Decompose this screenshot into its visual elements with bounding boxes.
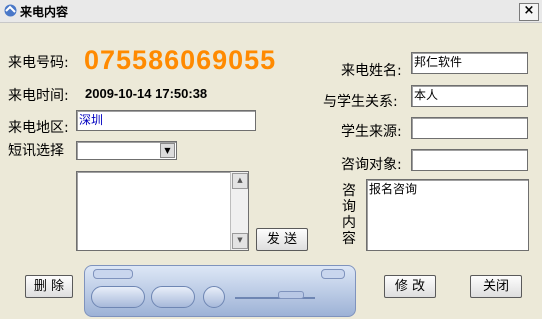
source-label: 学生来源: <box>341 124 402 140</box>
play-pause-icon[interactable] <box>91 286 145 308</box>
close-icon[interactable]: × <box>519 3 539 21</box>
name-label: 来电姓名: <box>341 63 402 79</box>
audio-player <box>84 265 356 317</box>
target-input[interactable] <box>411 149 528 171</box>
player-minimize[interactable] <box>321 269 345 279</box>
content-label: 咨询内容 <box>342 183 356 247</box>
name-input[interactable]: 邦仁软件 <box>411 52 528 74</box>
call-time: 2009-10-14 17:50:38 <box>85 86 208 101</box>
player-handle[interactable] <box>93 269 133 279</box>
relation-input[interactable]: 本人 <box>411 85 528 107</box>
target-label: 咨询对象: <box>341 157 402 173</box>
content-textarea[interactable]: 报名咨询 <box>366 179 529 251</box>
sms-textarea[interactable]: ▲ ▼ <box>76 171 249 251</box>
chevron-down-icon[interactable]: ▼ <box>160 143 175 158</box>
send-button[interactable]: 发 送 <box>256 228 308 251</box>
region-label: 来电地区: <box>8 120 69 136</box>
number-label: 来电号码: <box>8 55 69 71</box>
scroll-up-icon[interactable]: ▲ <box>232 173 248 189</box>
sms-label: 短讯选择 <box>8 143 64 159</box>
sms-select[interactable]: ▼ <box>76 141 177 160</box>
window-title: 来电内容 <box>20 5 69 19</box>
caller-number: 075586069055 <box>84 45 277 75</box>
call-content-window: 来电内容 × 来电号码: 075586069055 来电时间: 2009-10-… <box>0 0 542 319</box>
app-icon <box>4 4 17 17</box>
volume-slider[interactable] <box>278 291 304 299</box>
delete-button[interactable]: 删 除 <box>25 275 73 298</box>
mute-icon[interactable] <box>203 286 225 308</box>
region-input[interactable]: 深圳 <box>76 110 256 131</box>
title-bar: 来电内容 × <box>0 0 542 23</box>
relation-label: 与学生关系: <box>323 94 398 110</box>
modify-button[interactable]: 修 改 <box>384 275 436 298</box>
sms-scrollbar[interactable]: ▲ ▼ <box>230 172 248 250</box>
source-input[interactable] <box>411 117 528 139</box>
stop-icon[interactable] <box>151 286 195 308</box>
scroll-down-icon[interactable]: ▼ <box>232 233 248 249</box>
close-button[interactable]: 关闭 <box>470 275 522 298</box>
time-label: 来电时间: <box>8 88 69 104</box>
